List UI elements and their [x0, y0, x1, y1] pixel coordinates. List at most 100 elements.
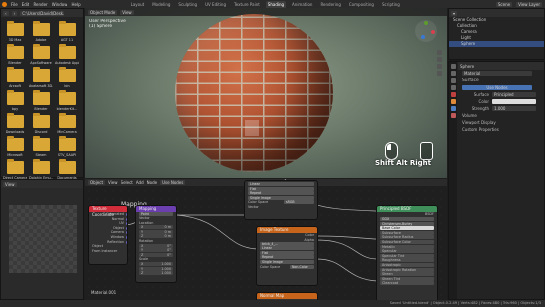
- bsdf-output-socket[interactable]: BSDF: [377, 212, 437, 217]
- node-select-menu[interactable]: Select: [121, 180, 133, 185]
- image-texture-option[interactable]: Flat: [248, 186, 314, 191]
- menu-help[interactable]: Help: [71, 2, 80, 7]
- vector-socket-icon[interactable]: [126, 213, 127, 216]
- bsdf-input-socket[interactable]: Clearcoat: [380, 281, 434, 286]
- mapping-value-field[interactable]: X 1.000: [139, 261, 173, 266]
- view-layer-selector[interactable]: View Layer: [516, 1, 542, 7]
- menu-window[interactable]: Window: [52, 2, 68, 7]
- tab-compositing[interactable]: Compositing: [347, 1, 376, 8]
- node-editor[interactable]: Object View Select Add Node Use Nodes Sl…: [85, 179, 447, 300]
- folder-item[interactable]: Microsoft: [3, 136, 27, 157]
- tab-animation[interactable]: Animation: [290, 1, 314, 8]
- mapping-value-field[interactable]: Z 0 m: [139, 234, 173, 239]
- mapping-value-field[interactable]: X 0°: [139, 243, 173, 248]
- folder-item[interactable]: Downloads: [3, 113, 27, 134]
- folder-item[interactable]: Dolphin Emu...: [29, 159, 53, 180]
- render-tab-icon[interactable]: [450, 71, 456, 76]
- zoom-icon[interactable]: [436, 50, 442, 55]
- vector-socket-icon[interactable]: [126, 222, 127, 226]
- view-menu[interactable]: View: [120, 9, 134, 15]
- output-tab-icon[interactable]: [450, 78, 456, 83]
- use-nodes-checkbox[interactable]: Use Nodes: [160, 180, 186, 185]
- node-add-menu[interactable]: Add: [136, 180, 144, 185]
- tab-shading[interactable]: Shading: [265, 0, 287, 8]
- material-slot[interactable]: Material: [462, 71, 532, 76]
- vector-socket-icon[interactable]: [126, 217, 127, 221]
- vector-socket-icon[interactable]: [126, 235, 127, 239]
- vector-socket-icon[interactable]: [126, 240, 127, 244]
- mapping-node[interactable]: Mapping Point Vector Location X 0 mY0 mZ0 m…: [136, 206, 176, 282]
- bsdf-subsurface-method-dropdown[interactable]: Christensen-Burley: [380, 221, 434, 226]
- image-view-menu[interactable]: View: [3, 181, 17, 187]
- image-texture-option[interactable]: Repeat: [248, 191, 314, 196]
- mapping-value-field[interactable]: Z 1.000: [139, 271, 173, 276]
- folder-item[interactable]: bin: [55, 67, 79, 88]
- principled-bsdf-node[interactable]: Principled BSDF BSDF GGX Christensen-Bur…: [377, 206, 437, 300]
- property-value[interactable]: Principled: [492, 92, 536, 97]
- tab-sculpting[interactable]: Sculpting: [176, 1, 199, 8]
- material-tab-icon[interactable]: [450, 113, 456, 118]
- properties-section-header[interactable]: Volume: [458, 112, 544, 119]
- image-texture-option[interactable]: Single Image: [248, 195, 314, 200]
- grid-icon[interactable]: [436, 71, 442, 76]
- tool-tab-icon[interactable]: [450, 64, 456, 69]
- image-texture-option[interactable]: Linear: [248, 182, 314, 186]
- folder-item[interactable]: Blender: [29, 90, 53, 111]
- property-value[interactable]: 1.000: [492, 106, 536, 111]
- properties-section-header[interactable]: Custom Properties: [458, 126, 544, 133]
- image-texture-option[interactable]: Flat: [260, 250, 314, 255]
- folder-item[interactable]: Documents: [55, 159, 79, 180]
- image-texture-option[interactable]: Linear: [260, 246, 314, 251]
- menu-edit[interactable]: Edit: [22, 2, 30, 7]
- property-value[interactable]: [492, 99, 536, 104]
- folder-item[interactable]: Direct Camera: [3, 159, 27, 180]
- bsdf-input-socket[interactable]: Subsurface Radius: [380, 235, 434, 240]
- blender-logo-icon[interactable]: [2, 1, 7, 7]
- bsdf-input-socket[interactable]: Subsurface: [380, 230, 434, 235]
- from-instancer-checkbox[interactable]: From Instancer: [89, 249, 127, 254]
- outliner-row-sphere[interactable]: Sphere: [449, 41, 544, 47]
- mapping-value-field[interactable]: Y 0°: [139, 248, 173, 253]
- folder-item[interactable]: AGT 11: [55, 21, 79, 42]
- pan-icon[interactable]: [436, 57, 442, 62]
- image-texture-option[interactable]: Single Image: [260, 259, 314, 264]
- tab-scripting[interactable]: Scripting: [380, 1, 402, 8]
- world-tab-icon[interactable]: [450, 92, 456, 97]
- path-field[interactable]: C:\Users\David\Desk...: [20, 10, 65, 16]
- bsdf-input-socket[interactable]: Sheen: [380, 272, 434, 277]
- texture-coordinate-node[interactable]: Texture Coordinate Generated Normal UV Obje…: [89, 206, 127, 264]
- node-node-menu[interactable]: Node: [147, 180, 157, 185]
- bsdf-input-socket[interactable]: Anisotropic: [380, 262, 434, 267]
- mapping-value-field[interactable]: Z 0°: [139, 252, 173, 257]
- camera-icon[interactable]: [436, 64, 442, 69]
- node-object-menu[interactable]: Object: [88, 180, 106, 185]
- folder-item[interactable]: MinCamera: [55, 113, 79, 134]
- folder-item[interactable]: Avatarsoft 3D...: [29, 67, 53, 88]
- folder-item[interactable]: bpy: [3, 90, 27, 111]
- it2-colorspace-value[interactable]: Non-Color: [290, 264, 314, 269]
- folder-item[interactable]: Discord: [29, 113, 53, 134]
- bsdf-input-socket[interactable]: Sheen Tint: [380, 276, 434, 281]
- scene-tab-icon[interactable]: [450, 85, 456, 90]
- folder-item[interactable]: Adobe: [29, 21, 53, 42]
- folder-item[interactable]: Autodesk Appl...: [55, 44, 79, 65]
- scene-selector[interactable]: Scene: [495, 1, 513, 7]
- use-nodes-button[interactable]: Use Nodes: [462, 85, 532, 90]
- folder-item[interactable]: STV_SAAPI: [55, 136, 79, 157]
- tab-layout[interactable]: Layout: [129, 1, 147, 8]
- mapping-value-field[interactable]: Y 0 m: [139, 229, 173, 234]
- normal-map-node[interactable]: Normal Map: [257, 293, 317, 300]
- tab-texture-paint[interactable]: Texture Paint: [232, 1, 262, 8]
- bsdf-input-socket[interactable]: Specular: [380, 249, 434, 254]
- mapping-value-field[interactable]: X 0 m: [139, 225, 173, 230]
- image-texture-node-1[interactable]: Linear Flat Repeat Single Image Color Space…: [245, 181, 317, 219]
- outliner-display-mode[interactable]: ▾: [451, 10, 458, 16]
- menu-render[interactable]: Render: [33, 2, 47, 7]
- folder-item[interactable]: blenderKit...: [55, 90, 79, 111]
- bsdf-input-socket[interactable]: Subsurface Color: [380, 239, 434, 244]
- mapping-value-field[interactable]: Y 1.000: [139, 266, 173, 271]
- image-texture-option[interactable]: Repeat: [260, 255, 314, 260]
- vector-socket-icon[interactable]: [126, 231, 127, 235]
- node-view-menu[interactable]: View: [108, 180, 118, 185]
- vector-socket-icon[interactable]: [126, 226, 127, 230]
